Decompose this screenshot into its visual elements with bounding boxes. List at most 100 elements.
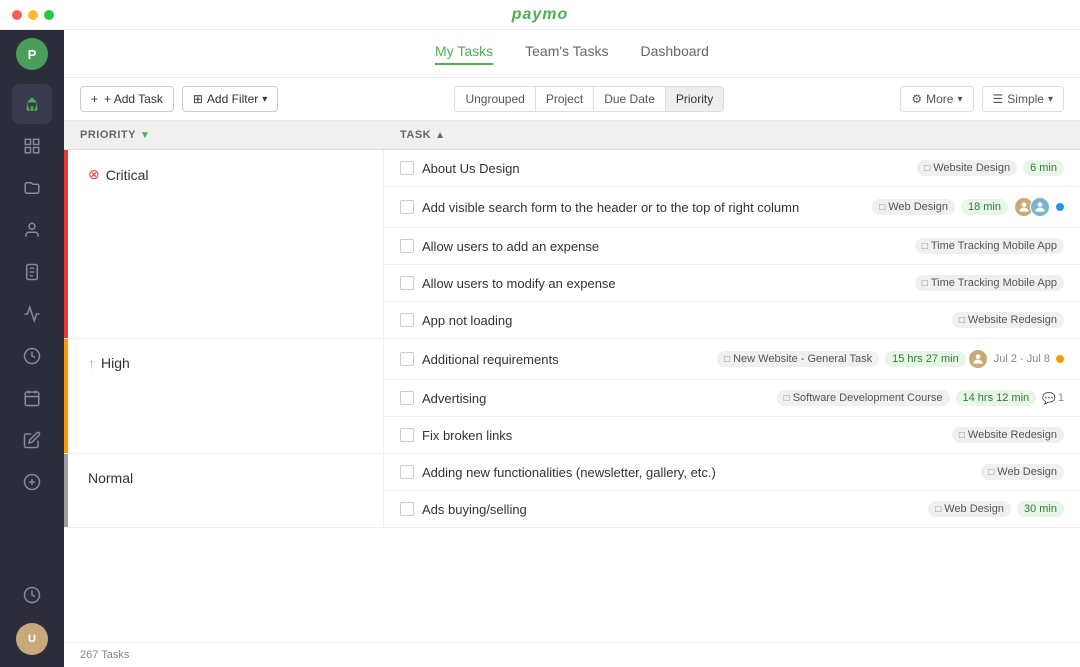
task-meta: □ Website Design 6 min <box>917 160 1064 176</box>
column-header-priority: PRIORITY ▼ <box>64 121 384 149</box>
table-row[interactable]: Allow users to add an expense □ Time Tra… <box>384 228 1080 265</box>
project-icon: □ <box>922 278 928 289</box>
app-logo: paymo <box>512 6 569 24</box>
table-row[interactable]: Advertising □ Software Development Cours… <box>384 380 1080 417</box>
task-meta: □ Web Design 30 min <box>928 501 1064 517</box>
chevron-down-icon: ▾ <box>957 94 962 105</box>
list-icon: ☰ <box>993 92 1004 106</box>
sidebar-item-time[interactable] <box>12 336 52 376</box>
project-icon: □ <box>784 393 790 404</box>
sort-icon[interactable]: ▲ <box>435 130 445 141</box>
sidebar-item-analytics[interactable] <box>12 294 52 334</box>
table-row[interactable]: Additional requirements □ New Website - … <box>384 339 1080 380</box>
task-name: Allow users to modify an expense <box>422 276 616 291</box>
sidebar: P <box>0 30 64 667</box>
project-icon: □ <box>922 241 928 252</box>
task-checkbox[interactable] <box>400 465 414 479</box>
task-name: Fix broken links <box>422 428 512 443</box>
simple-button[interactable]: ☰ Simple ▾ <box>982 86 1064 112</box>
sort-icon[interactable]: ▼ <box>140 130 150 141</box>
grouping-project[interactable]: Project <box>536 87 594 111</box>
priority-group-critical: ⊗ Critical About Us Design □ Website Des… <box>64 150 1080 339</box>
avatar-group <box>1014 197 1050 217</box>
avatar <box>1030 197 1050 217</box>
task-name: Add visible search form to the header or… <box>422 200 799 215</box>
task-meta: □ Time Tracking Mobile App <box>915 238 1064 254</box>
table-row[interactable]: Add visible search form to the header or… <box>384 187 1080 228</box>
plus-icon: + <box>91 92 98 106</box>
sidebar-item-add[interactable] <box>12 462 52 502</box>
table-row[interactable]: Ads buying/selling □ Web Design 30 min <box>384 491 1080 527</box>
table-row[interactable]: About Us Design □ Website Design 6 min <box>384 150 1080 187</box>
add-task-button[interactable]: + + Add Task <box>80 86 174 112</box>
project-icon: □ <box>724 354 730 365</box>
sidebar-item-timer[interactable] <box>12 575 52 615</box>
table-row[interactable]: Fix broken links □ Website Redesign <box>384 417 1080 453</box>
comment-icon: 💬 <box>1042 392 1056 405</box>
chevron-down-icon: ▾ <box>262 94 267 105</box>
user-avatar[interactable]: U <box>16 623 48 655</box>
sidebar-item-calendar[interactable] <box>12 378 52 418</box>
tab-teams-tasks[interactable]: Team's Tasks <box>525 43 608 65</box>
tab-my-tasks[interactable]: My Tasks <box>435 43 493 65</box>
filter-icon: ⊞ <box>193 92 203 106</box>
more-button[interactable]: ⚙ More ▾ <box>900 86 973 112</box>
tab-dashboard[interactable]: Dashboard <box>640 43 709 65</box>
project-tag: □ Website Redesign <box>952 312 1064 328</box>
maximize-button[interactable] <box>44 10 54 20</box>
sidebar-item-home[interactable] <box>12 84 52 124</box>
task-checkbox[interactable] <box>400 200 414 214</box>
status-dot <box>1056 203 1064 211</box>
task-checkbox[interactable] <box>400 352 414 366</box>
project-tag: □ Software Development Course <box>777 390 950 406</box>
gear-icon: ⚙ <box>911 92 922 106</box>
task-checkbox[interactable] <box>400 391 414 405</box>
avatar <box>968 349 988 369</box>
footer-bar: 267 Tasks <box>64 642 1080 667</box>
comment-badge: 💬 1 <box>1042 392 1064 405</box>
nav-tabs: My Tasks Team's Tasks Dashboard <box>64 30 1080 78</box>
task-meta: □ Website Redesign <box>952 312 1064 328</box>
priority-name-high: ↑ High <box>80 355 130 371</box>
grouping-ungrouped[interactable]: Ungrouped <box>455 87 535 111</box>
sidebar-item-projects[interactable] <box>12 168 52 208</box>
task-name: Ads buying/selling <box>422 502 527 517</box>
close-button[interactable] <box>12 10 22 20</box>
task-checkbox[interactable] <box>400 428 414 442</box>
sidebar-item-edit[interactable] <box>12 420 52 460</box>
content-area: My Tasks Team's Tasks Dashboard + + Add … <box>64 30 1080 667</box>
project-tag: □ Web Design <box>928 501 1011 517</box>
task-name: Allow users to add an expense <box>422 239 599 254</box>
sidebar-item-invoices[interactable] <box>12 252 52 292</box>
task-checkbox[interactable] <box>400 502 414 516</box>
time-badge: 6 min <box>1023 160 1064 176</box>
tasks-col-high: Additional requirements □ New Website - … <box>384 339 1080 453</box>
project-tag: □ Time Tracking Mobile App <box>915 275 1064 291</box>
task-checkbox[interactable] <box>400 276 414 290</box>
sidebar-item-reports[interactable] <box>12 126 52 166</box>
task-meta: □ Time Tracking Mobile App <box>915 275 1064 291</box>
project-tag: □ New Website - General Task <box>717 351 879 367</box>
task-name: About Us Design <box>422 161 520 176</box>
minimize-button[interactable] <box>28 10 38 20</box>
task-name: Advertising <box>422 391 486 406</box>
grouping-buttons: Ungrouped Project Due Date Priority <box>454 86 724 112</box>
grouping-priority[interactable]: Priority <box>666 87 723 111</box>
task-checkbox[interactable] <box>400 239 414 253</box>
critical-icon: ⊗ <box>88 166 100 183</box>
priority-bar-normal <box>64 454 68 527</box>
task-checkbox[interactable] <box>400 313 414 327</box>
time-badge: 30 min <box>1017 501 1064 517</box>
time-badge: 15 hrs 27 min <box>885 351 966 367</box>
project-icon: □ <box>959 430 965 441</box>
table-row[interactable]: App not loading □ Website Redesign <box>384 302 1080 338</box>
sidebar-item-clients[interactable] <box>12 210 52 250</box>
table-row[interactable]: Allow users to modify an expense □ Time … <box>384 265 1080 302</box>
task-meta: □ Web Design <box>981 464 1064 480</box>
grouping-due-date[interactable]: Due Date <box>594 87 666 111</box>
task-checkbox[interactable] <box>400 161 414 175</box>
table-row[interactable]: Adding new functionalities (newsletter, … <box>384 454 1080 491</box>
add-filter-button[interactable]: ⊞ Add Filter ▾ <box>182 86 278 112</box>
time-badge: 18 min <box>961 199 1008 215</box>
project-icon: □ <box>924 163 930 174</box>
